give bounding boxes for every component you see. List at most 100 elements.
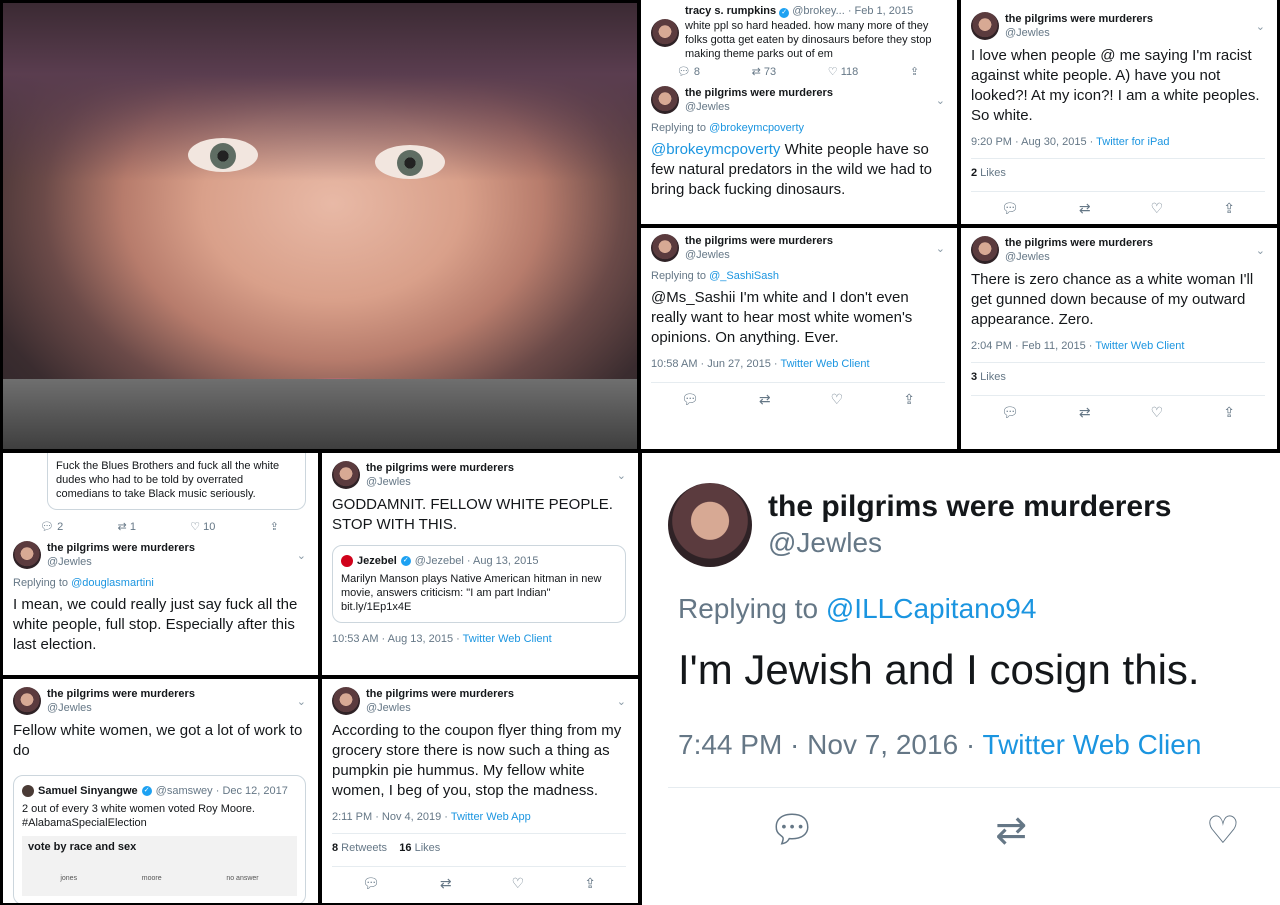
client-link[interactable]: Twitter Web App <box>451 811 531 823</box>
author-handle[interactable]: @Jewles <box>768 525 1171 561</box>
retweet-icon[interactable]: ⇄ <box>759 391 771 408</box>
likes-summary[interactable]: 16 Likes <box>399 842 440 854</box>
tweet-header: the pilgrims were murderers @Jewles <box>668 483 1280 567</box>
author-handle[interactable]: @Jewles <box>1005 26 1153 40</box>
share-icon[interactable]: ⇪ <box>584 875 596 892</box>
share-icon[interactable]: ⇪ <box>903 391 915 408</box>
tweet-actions: 💬︎ ⇄ ♡ ⇪ <box>651 382 945 408</box>
retweet-icon: ⇄ <box>751 66 761 78</box>
reply-to-link[interactable]: @brokeymcpoverty <box>709 122 804 134</box>
chevron-down-icon[interactable]: ⌄ <box>1256 244 1265 257</box>
likes-summary[interactable]: 3 Likes <box>971 362 1265 383</box>
retweet-button[interactable]: ⇄ 73 <box>752 65 777 78</box>
author-name[interactable]: the pilgrims were murderers <box>366 687 514 701</box>
tweet-panel-jezebel: the pilgrims were murderers @Jewles ⌄ GOD… <box>322 453 638 675</box>
retweet-icon[interactable]: ⇄ <box>1079 404 1091 421</box>
engagement-summary: 8 Retweets 16 Likes <box>332 833 626 854</box>
tweet-text: There is zero chance as a white woman I'… <box>971 271 1254 328</box>
author-name[interactable]: the pilgrims were murderers <box>685 234 833 248</box>
share-button[interactable]: ⇪ <box>910 65 919 78</box>
quoted-tweet[interactable]: Samuel Sinyangwe ✓ @samswey · Dec 12, 20… <box>13 775 306 903</box>
share-icon[interactable]: ⇪ <box>1223 404 1235 421</box>
quoted-tweet[interactable]: Fuck the Blues Brothers and fuck all the… <box>47 453 306 510</box>
like-icon[interactable]: ♡ <box>512 875 525 892</box>
author-handle[interactable]: @brokey... <box>792 5 845 17</box>
author-handle[interactable]: @Jewles <box>1005 250 1153 264</box>
like-icon[interactable]: ♡ <box>1206 808 1240 853</box>
chevron-down-icon[interactable]: ⌄ <box>297 695 306 708</box>
chevron-down-icon[interactable]: ⌄ <box>617 695 626 708</box>
tweet-header: the pilgrims were murderers @Jewles ⌄ <box>13 541 306 569</box>
tweet-panel-blues-brothers: Fuck the Blues Brothers and fuck all the… <box>3 453 318 675</box>
quoted-chart-image: vote by race and sex jones moore no answ… <box>22 836 297 896</box>
author-name[interactable]: the pilgrims were murderers <box>768 489 1171 525</box>
reply-icon[interactable]: 💬︎ <box>768 808 816 853</box>
retweet-icon[interactable]: ⇄ <box>995 808 1027 853</box>
author-handle[interactable]: @Jewles <box>685 248 833 262</box>
likes-summary[interactable]: 2 Likes <box>971 158 1265 179</box>
author-name[interactable]: the pilgrims were murderers <box>366 461 514 475</box>
client-link[interactable]: Twitter Web Client <box>463 633 552 645</box>
like-icon[interactable]: ♡ <box>831 391 844 408</box>
chevron-down-icon[interactable]: ⌄ <box>936 94 945 107</box>
retweet-icon[interactable]: ⇄ <box>1079 200 1091 217</box>
retweets-summary[interactable]: 8 Retweets <box>332 842 387 854</box>
retweet-button[interactable]: ⇄ 1 <box>118 520 136 533</box>
chevron-down-icon[interactable]: ⌄ <box>1256 20 1265 33</box>
mention-link[interactable]: @brokeymcpoverty <box>651 141 780 158</box>
client-link[interactable]: Twitter for iPad <box>1096 136 1169 148</box>
share-button[interactable]: ⇪ <box>270 520 279 533</box>
reply-to-link[interactable]: @douglasmartini <box>71 577 154 589</box>
retweet-icon[interactable]: ⇄ <box>440 875 452 892</box>
author-handle[interactable]: @Jewles <box>47 701 195 715</box>
reply-icon[interactable]: 💬︎ <box>1001 200 1019 217</box>
author-name[interactable]: the pilgrims were murderers <box>685 86 833 100</box>
reply-icon[interactable]: 💬︎ <box>681 391 699 408</box>
client-link[interactable]: Twitter Web Client <box>780 358 869 370</box>
chevron-down-icon[interactable]: ⌄ <box>617 469 626 482</box>
tweet-actions: 💬︎ ⇄ ♡ ⇪ <box>971 395 1265 421</box>
author-handle[interactable]: @Jewles <box>366 475 514 489</box>
author-handle[interactable]: @Jewles <box>685 100 833 114</box>
tweet-panel-dinosaurs: tracy s. rumpkins ✓ @brokey... · Feb 1, … <box>641 0 957 224</box>
reply-button[interactable]: 💬︎ 2 <box>40 520 63 533</box>
chevron-down-icon[interactable]: ⌄ <box>297 549 306 562</box>
tweet-panel-gunned: the pilgrims were murderers @Jewles ⌄ The… <box>961 228 1277 449</box>
quoted-author-name: Jezebel <box>357 555 397 567</box>
chevron-down-icon[interactable]: ⌄ <box>936 242 945 255</box>
reply-button[interactable]: 💬︎ 8 <box>677 65 700 78</box>
verified-icon: ✓ <box>400 556 411 566</box>
reply-icon[interactable]: 💬︎ <box>362 875 380 892</box>
tweet-text: Fellow white women, we got a lot of work… <box>13 722 303 759</box>
author-handle[interactable]: @Jewles <box>366 701 514 715</box>
quoted-header: Samuel Sinyangwe ✓ @samswey · Dec 12, 20… <box>22 784 297 798</box>
reply-to-link[interactable]: @_SashiSash <box>709 270 779 282</box>
quoted-avatar <box>22 785 34 797</box>
like-button[interactable]: ♡ 10 <box>190 520 215 533</box>
author-name[interactable]: tracy s. rumpkins <box>685 5 776 17</box>
tweet-panel-opinions: the pilgrims were murderers @Jewles ⌄ Rep… <box>641 228 957 449</box>
tweet-header: the pilgrims were murderers @Jewles ⌄ <box>971 236 1265 264</box>
client-link[interactable]: Twitter Web Clien <box>983 729 1202 760</box>
like-icon[interactable]: ♡ <box>1151 404 1164 421</box>
reply-icon[interactable]: 💬︎ <box>1001 404 1019 421</box>
like-count: 10 <box>203 521 216 533</box>
author-name[interactable]: the pilgrims were murderers <box>47 687 195 701</box>
reply-count: 2 <box>57 521 64 533</box>
share-icon[interactable]: ⇪ <box>1223 200 1235 217</box>
reply-to-link[interactable]: @ILLCapitano94 <box>826 593 1037 624</box>
author-name[interactable]: the pilgrims were murderers <box>1005 12 1153 26</box>
author-name[interactable]: the pilgrims were murderers <box>47 541 195 555</box>
replying-to: Replying to @douglasmartini <box>13 577 154 589</box>
tweet-header: the pilgrims were murderers @Jewles ⌄ <box>971 12 1265 40</box>
client-link[interactable]: Twitter Web Client <box>1095 340 1184 352</box>
author-name[interactable]: the pilgrims were murderers <box>1005 236 1153 250</box>
like-button[interactable]: ♡ 118 <box>828 65 858 78</box>
tweet-meta: 7:44 PM · Nov 7, 2016 · Twitter Web Clie… <box>678 729 1202 760</box>
tweet-text: According to the coupon flyer thing from… <box>332 722 622 799</box>
tweet-text: @Ms_Sashii I'm white and I don't even re… <box>651 289 913 346</box>
author-handle[interactable]: @Jewles <box>47 555 195 569</box>
like-icon[interactable]: ♡ <box>1151 200 1164 217</box>
quoted-tweet[interactable]: Jezebel ✓ @Jezebel · Aug 13, 2015 Marily… <box>332 545 626 623</box>
tweet-actions: 💬︎ ⇄ ♡ ⇪ <box>971 191 1265 217</box>
